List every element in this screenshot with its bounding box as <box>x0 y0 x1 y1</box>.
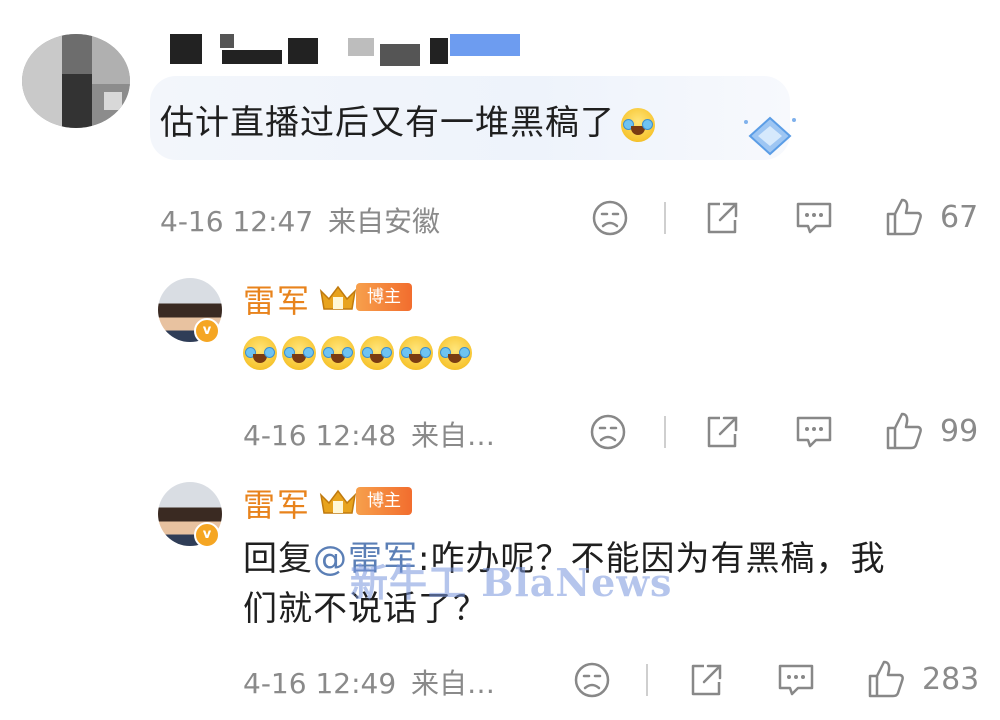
divider <box>664 202 666 234</box>
verified-badge-icon: v <box>194 318 220 344</box>
location: 来自… <box>411 419 496 452</box>
emoji-row <box>243 336 473 370</box>
timestamp: 4-16 12:47 <box>160 205 314 238</box>
comment-icon[interactable] <box>774 660 818 700</box>
like-thumb-icon[interactable] <box>884 196 924 238</box>
timestamp: 4-16 12:48 <box>243 419 397 452</box>
dislike-face-icon[interactable] <box>572 660 612 700</box>
laugh-cry-emoji <box>399 336 434 370</box>
share-icon[interactable] <box>702 198 742 238</box>
comment-icon[interactable] <box>792 412 836 452</box>
reply-username[interactable]: 雷军 <box>243 276 311 322</box>
share-icon[interactable] <box>702 412 742 452</box>
verified-badge-icon: v <box>194 522 220 548</box>
comment-body: 估计直播过后又有一堆黑稿了 <box>160 103 615 143</box>
location: 来自… <box>411 667 496 700</box>
blurred-avatar[interactable] <box>22 34 130 128</box>
reply-meta: 4-16 12:49 来自… <box>243 662 495 702</box>
diamond-sparkle-icon <box>744 116 796 156</box>
dislike-face-icon[interactable] <box>590 198 630 238</box>
location: 来自安徽 <box>328 205 441 238</box>
laugh-cry-emoji <box>360 336 395 370</box>
divider <box>646 664 648 696</box>
reply-meta: 4-16 12:48 来自… <box>243 414 495 454</box>
like-thumb-icon[interactable] <box>884 410 924 452</box>
reply-username[interactable]: 雷军 <box>243 480 311 526</box>
share-icon[interactable] <box>686 660 726 700</box>
laugh-cry-emoji <box>321 336 356 370</box>
laugh-cry-emoji <box>438 336 473 370</box>
like-count: 99 <box>940 414 979 449</box>
divider <box>664 416 666 448</box>
laugh-cry-emoji <box>243 336 277 370</box>
reply-prefix: 回复 <box>243 539 313 579</box>
crown-icon <box>319 285 357 310</box>
laugh-cry-emoji <box>621 107 655 142</box>
watermark: 新牛工 BlaNews <box>350 560 673 605</box>
blurred-username[interactable] <box>160 34 530 70</box>
crown-icon <box>319 489 357 514</box>
comment-icon[interactable] <box>792 198 836 238</box>
laugh-cry-emoji <box>282 336 317 370</box>
timestamp: 4-16 12:49 <box>243 667 397 700</box>
like-count: 67 <box>940 200 979 235</box>
like-thumb-icon[interactable] <box>866 658 906 700</box>
blogger-badge: 博主 <box>356 283 412 311</box>
like-count: 283 <box>922 662 980 697</box>
dislike-face-icon[interactable] <box>588 412 628 452</box>
comment-text: 估计直播过后又有一堆黑稿了 <box>160 95 655 144</box>
blogger-badge: 博主 <box>356 487 412 515</box>
comment-meta: 4-16 12:47 来自安徽 <box>160 200 440 240</box>
